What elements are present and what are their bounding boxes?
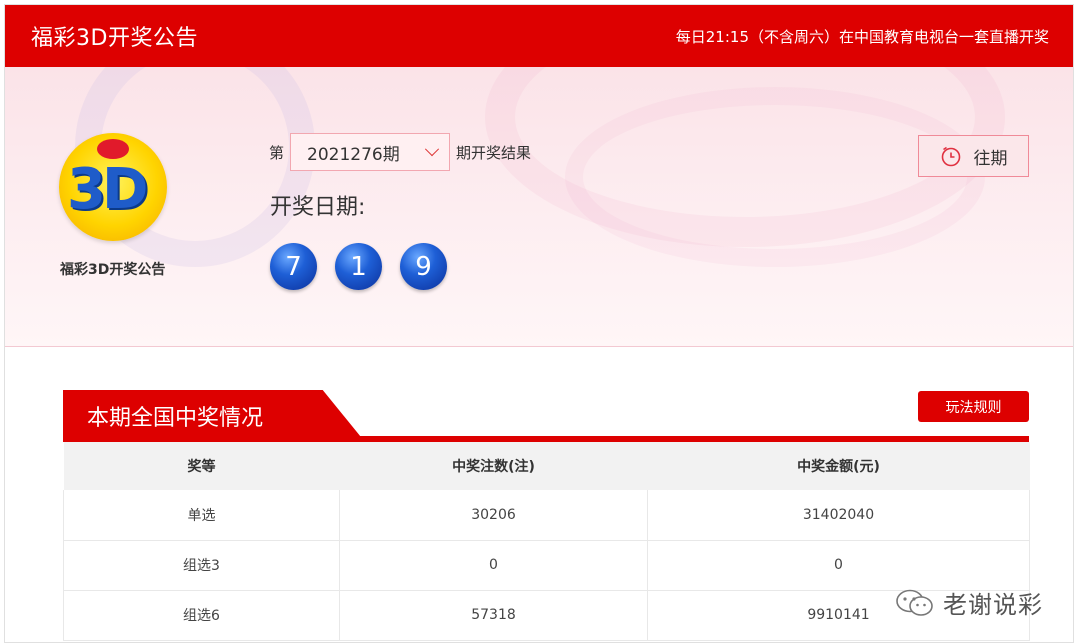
fc3d-logo: 3D — [59, 133, 167, 241]
issue-prefix: 第 — [269, 143, 285, 162]
logo-mark: 3D — [67, 157, 148, 222]
prize-level: 组选6 — [63, 590, 340, 641]
number-ball: 9 — [400, 243, 447, 290]
column-header: 中奖金额(元) — [647, 442, 1030, 490]
chevron-down-icon — [424, 142, 440, 157]
rules-button[interactable]: 玩法规则 — [918, 391, 1029, 422]
section-title: 本期全国中奖情况 — [87, 406, 264, 431]
hero-divider — [5, 346, 1073, 347]
prize-amount: 0 — [647, 540, 1030, 591]
history-button-label: 往期 — [973, 148, 1008, 169]
number-ball: 1 — [335, 243, 382, 290]
table-header-row: 奖等 中奖注数(注) 中奖金额(元) — [63, 442, 1030, 490]
history-button[interactable]: 往期 — [918, 135, 1029, 177]
rules-button-label: 玩法规则 — [945, 399, 1002, 416]
issue-suffix: 期开奖结果 — [456, 143, 532, 162]
prize-table: 奖等 中奖注数(注) 中奖金额(元) 单选 30206 31402040 组选3… — [63, 442, 1030, 641]
prize-amount: 31402040 — [647, 490, 1030, 541]
watermark: 老谢说彩 — [895, 585, 1043, 620]
winner-count: 0 — [339, 540, 648, 591]
page-frame: 福彩3D开奖公告 每日21:15（不含周六）在中国教育电视台一套直播开奖 3D … — [4, 4, 1074, 643]
table-row: 组选6 57318 9910141 — [63, 590, 1030, 641]
hero-banner — [5, 67, 1073, 347]
broadcast-schedule: 每日21:15（不含周六）在中国教育电视台一套直播开奖 — [675, 27, 1049, 46]
winner-count: 30206 — [339, 490, 648, 541]
table-row: 组选3 0 0 — [63, 540, 1030, 591]
watermark-text: 老谢说彩 — [943, 591, 1043, 619]
lottery-emblem-icon — [97, 139, 129, 159]
table-row: 单选 30206 31402040 — [63, 490, 1030, 541]
winning-numbers: 7 1 9 — [270, 243, 465, 290]
logo-caption: 福彩3D开奖公告 — [60, 262, 166, 278]
prize-level: 单选 — [63, 490, 340, 541]
draw-date-label: 开奖日期: — [270, 195, 366, 220]
issue-select[interactable]: 2021276期 — [290, 133, 451, 171]
prize-level: 组选3 — [63, 540, 340, 591]
column-header: 中奖注数(注) — [339, 442, 648, 490]
decorative-wave — [565, 87, 985, 267]
winner-count: 57318 — [339, 590, 648, 641]
clock-icon — [941, 146, 960, 167]
wechat-icon — [896, 589, 933, 616]
page-title: 福彩3D开奖公告 — [31, 26, 198, 51]
issue-selected-value: 2021276期 — [307, 144, 400, 165]
header-bar: 福彩3D开奖公告 每日21:15（不含周六）在中国教育电视台一套直播开奖 — [5, 5, 1073, 67]
section-tab: 本期全国中奖情况 — [63, 390, 365, 442]
column-header: 奖等 — [63, 442, 340, 490]
number-ball: 7 — [270, 243, 317, 290]
issue-row: 第 2021276期 期开奖结果 — [269, 133, 531, 171]
